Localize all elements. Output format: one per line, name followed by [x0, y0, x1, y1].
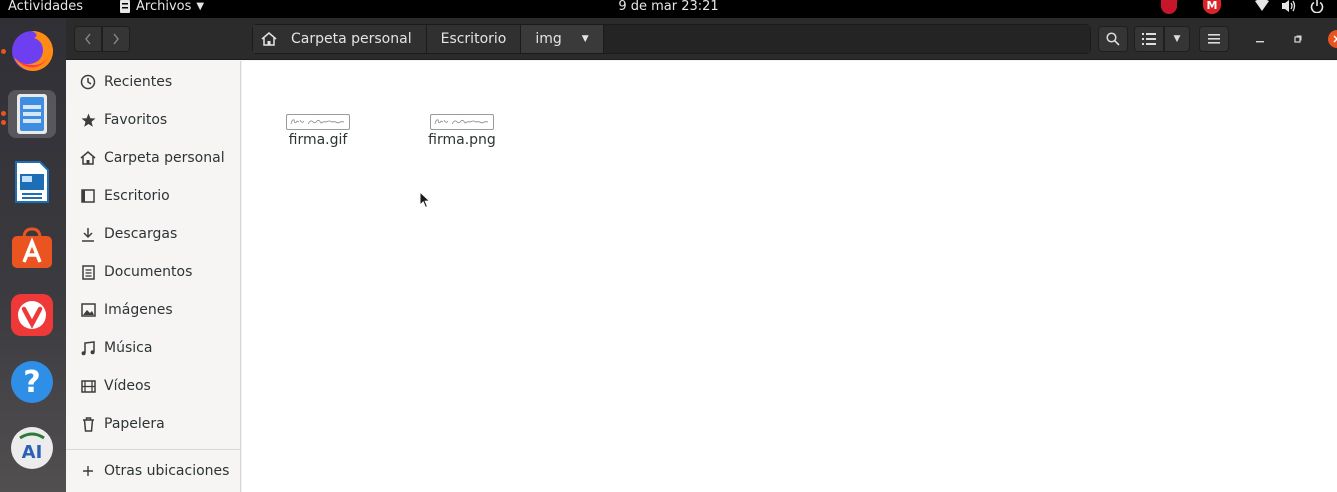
dock-software[interactable] — [8, 224, 56, 272]
power-icon[interactable] — [1310, 0, 1324, 13]
sidebar-item-label: Otras ubicaciones — [104, 463, 230, 479]
signature-thumbnail-icon — [290, 119, 345, 125]
running-indicator — [1, 111, 6, 116]
main-menu-button[interactable] — [1199, 26, 1229, 52]
caret-down-icon: ▼ — [581, 34, 589, 44]
file-thumbnail — [286, 114, 350, 130]
sidebar-item-musica[interactable]: Música — [66, 332, 240, 364]
sidebar-divider — [66, 449, 240, 450]
document-icon — [79, 263, 97, 281]
crumb-label: Escritorio — [440, 31, 507, 47]
crumb-escritorio[interactable]: Escritorio — [426, 25, 522, 53]
video-icon — [79, 377, 97, 395]
sidebar-item-label: Música — [104, 340, 153, 356]
sidebar-item-label: Descargas — [104, 226, 178, 242]
sidebar-item-escritorio[interactable]: Escritorio — [66, 180, 240, 212]
list-view-icon — [1142, 33, 1156, 45]
app-store-icon — [12, 227, 52, 268]
sidebar-item-recientes[interactable]: Recientes — [66, 66, 240, 98]
wifi-icon[interactable] — [1255, 0, 1269, 11]
help-icon: ? — [11, 361, 53, 403]
signature-thumbnail-icon — [434, 119, 489, 125]
sidebar-item-videos[interactable]: Vídeos — [66, 370, 240, 402]
clock-icon — [79, 73, 97, 91]
sidebar-item-documentos[interactable]: Documentos — [66, 256, 240, 288]
trash-icon — [79, 415, 97, 433]
header-bar: Carpeta personal Escritorio img ▼ ▼ — [66, 18, 1337, 60]
svg-text:?: ? — [23, 365, 40, 400]
image-icon — [79, 301, 97, 319]
view-options-button[interactable]: ▼ — [1164, 26, 1190, 52]
home-icon — [79, 149, 97, 167]
close-button[interactable] — [1328, 30, 1337, 48]
crumb-home[interactable]: Carpeta personal — [253, 25, 427, 53]
dock-vivaldi[interactable] — [8, 291, 56, 339]
chevron-left-icon — [85, 33, 91, 45]
sidebar-item-label: Papelera — [104, 416, 165, 432]
sidebar-item-label: Carpeta personal — [104, 150, 225, 166]
sidebar-item-descargas[interactable]: Descargas — [66, 218, 240, 250]
crumb-img[interactable]: img ▼ — [521, 25, 604, 53]
file-item[interactable]: firma.png — [417, 114, 507, 174]
dock-help[interactable]: ? — [8, 358, 56, 406]
clock[interactable]: 9 de mar 23:21 — [0, 0, 1337, 18]
volume-icon[interactable] — [1282, 0, 1297, 12]
writer-icon — [15, 161, 49, 203]
sidebar-item-label: Documentos — [104, 264, 193, 280]
back-button[interactable] — [74, 26, 102, 52]
sidebar-item-label: Recientes — [104, 74, 173, 90]
star-icon — [79, 111, 97, 129]
music-icon — [79, 339, 97, 357]
caret-down-icon: ▼ — [1173, 34, 1181, 44]
sidebar-item-favoritos[interactable]: Favoritos — [66, 104, 240, 136]
sidebar-item-label: Escritorio — [104, 188, 170, 204]
chevron-right-icon — [113, 33, 119, 45]
plus-icon — [79, 462, 97, 480]
forward-button[interactable] — [102, 26, 130, 52]
firefox-icon — [12, 30, 54, 71]
running-indicator — [1, 120, 6, 125]
file-name: firma.gif — [288, 132, 348, 148]
dock-writer[interactable] — [8, 158, 56, 206]
restore-icon — [1294, 35, 1302, 43]
sidebar-item-papelera[interactable]: Papelera — [66, 408, 240, 440]
sidebar-item-otras-ubicaciones[interactable]: Otras ubicaciones — [66, 455, 240, 487]
path-bar: Carpeta personal Escritorio img ▼ — [252, 24, 1091, 54]
sidebar-item-imagenes[interactable]: Imágenes — [66, 294, 240, 326]
sidebar-item-label: Favoritos — [104, 112, 168, 128]
view-list-button[interactable] — [1134, 26, 1164, 52]
home-icon — [261, 32, 277, 46]
dock-ai-app[interactable]: AI — [8, 424, 56, 472]
close-icon — [1333, 35, 1337, 43]
minimize-icon — [1256, 41, 1264, 43]
mouse-cursor-icon — [419, 191, 431, 209]
hamburger-icon — [1208, 34, 1220, 44]
vivaldi-icon — [11, 294, 53, 336]
crumb-label: img — [535, 31, 562, 47]
file-name: firma.png — [428, 132, 496, 148]
file-view[interactable]: firma.gif firma.png — [242, 61, 1337, 492]
sidebar-item-carpeta-personal[interactable]: Carpeta personal — [66, 142, 240, 174]
file-item[interactable]: firma.gif — [273, 114, 363, 174]
sidebar-item-label: Vídeos — [104, 378, 151, 394]
search-icon — [1106, 32, 1120, 46]
maximize-button[interactable] — [1289, 30, 1307, 48]
dock: ? AI — [0, 18, 66, 492]
dock-firefox[interactable] — [8, 27, 56, 75]
download-icon — [79, 225, 97, 243]
svg-text:AI: AI — [22, 442, 43, 463]
file-thumbnail — [430, 114, 494, 130]
ai-app-icon: AI — [11, 427, 53, 469]
crumb-label: Carpeta personal — [291, 31, 412, 47]
desktop-icon — [79, 187, 97, 205]
sidebar: Recientes Favoritos Carpeta personal Esc… — [66, 61, 241, 492]
files-icon — [17, 94, 47, 134]
path-bar-fill — [603, 25, 1090, 53]
top-bar: Actividades Archivos ▼ 9 de mar 23:21 M — [0, 0, 1337, 18]
sidebar-item-label: Imágenes — [104, 302, 173, 318]
minimize-button[interactable] — [1251, 30, 1269, 48]
running-indicator — [1, 49, 6, 54]
search-button[interactable] — [1098, 26, 1128, 52]
dock-files[interactable] — [8, 90, 56, 138]
